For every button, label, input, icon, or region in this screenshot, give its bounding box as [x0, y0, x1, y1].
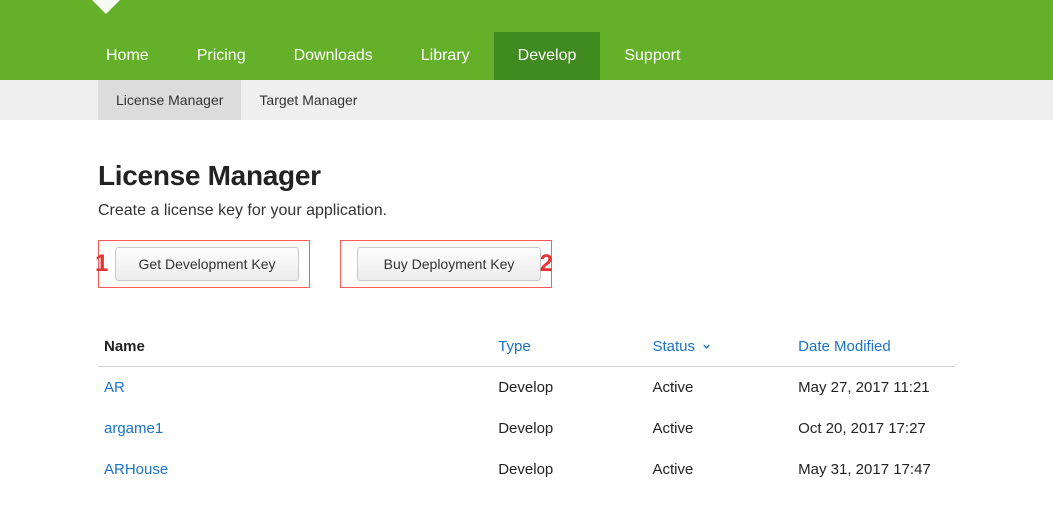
license-type: Develop	[492, 408, 646, 449]
license-type: Develop	[492, 449, 646, 490]
annotation-box-1: 1 Get Development Key	[98, 240, 310, 288]
nav-support[interactable]: Support	[600, 32, 704, 80]
table-header-row: Name Type Status Date Modified	[98, 328, 955, 366]
top-bar: Home Pricing Downloads Library Develop S…	[0, 0, 1053, 80]
button-row: 1 Get Development Key Buy Deployment Key…	[98, 240, 955, 288]
license-type: Develop	[492, 366, 646, 408]
subnav-target-manager[interactable]: Target Manager	[241, 80, 375, 120]
col-header-status-label: Status	[652, 338, 695, 355]
annotation-box-2: Buy Deployment Key 2	[340, 240, 552, 288]
sub-nav: License Manager Target Manager	[0, 80, 1053, 120]
col-header-date[interactable]: Date Modified	[792, 328, 955, 366]
license-status: Active	[646, 408, 792, 449]
license-link[interactable]: argame1	[104, 420, 163, 437]
logo-icon	[92, 0, 120, 14]
col-header-status[interactable]: Status	[646, 328, 792, 366]
table-row: ARHouse Develop Active May 31, 2017 17:4…	[98, 449, 955, 490]
nav-home[interactable]: Home	[82, 32, 173, 80]
license-table: Name Type Status Date Modified AR Develo…	[98, 328, 955, 490]
nav-develop[interactable]: Develop	[494, 32, 601, 80]
col-header-name[interactable]: Name	[98, 328, 492, 366]
license-link[interactable]: ARHouse	[104, 461, 168, 478]
primary-nav: Home Pricing Downloads Library Develop S…	[82, 32, 704, 80]
table-row: AR Develop Active May 27, 2017 11:21	[98, 366, 955, 408]
buy-deployment-key-button[interactable]: Buy Deployment Key	[357, 247, 541, 281]
page-subtitle: Create a license key for your applicatio…	[98, 202, 955, 220]
license-date: Oct 20, 2017 17:27	[792, 408, 955, 449]
license-date: May 27, 2017 11:21	[792, 366, 955, 408]
subnav-license-manager[interactable]: License Manager	[98, 80, 241, 120]
license-status: Active	[646, 366, 792, 408]
table-row: argame1 Develop Active Oct 20, 2017 17:2…	[98, 408, 955, 449]
content-area: License Manager Create a license key for…	[0, 120, 1053, 530]
license-status: Active	[646, 449, 792, 490]
annotation-mark-2: 2	[540, 250, 553, 278]
nav-downloads[interactable]: Downloads	[270, 32, 397, 80]
nav-pricing[interactable]: Pricing	[173, 32, 270, 80]
get-development-key-button[interactable]: Get Development Key	[115, 247, 299, 281]
license-date: May 31, 2017 17:47	[792, 449, 955, 490]
page-title: License Manager	[98, 160, 955, 192]
annotation-mark-1: 1	[95, 250, 108, 278]
license-link[interactable]: AR	[104, 379, 125, 396]
col-header-type[interactable]: Type	[492, 328, 646, 366]
chevron-down-icon	[701, 339, 712, 356]
nav-library[interactable]: Library	[397, 32, 494, 80]
